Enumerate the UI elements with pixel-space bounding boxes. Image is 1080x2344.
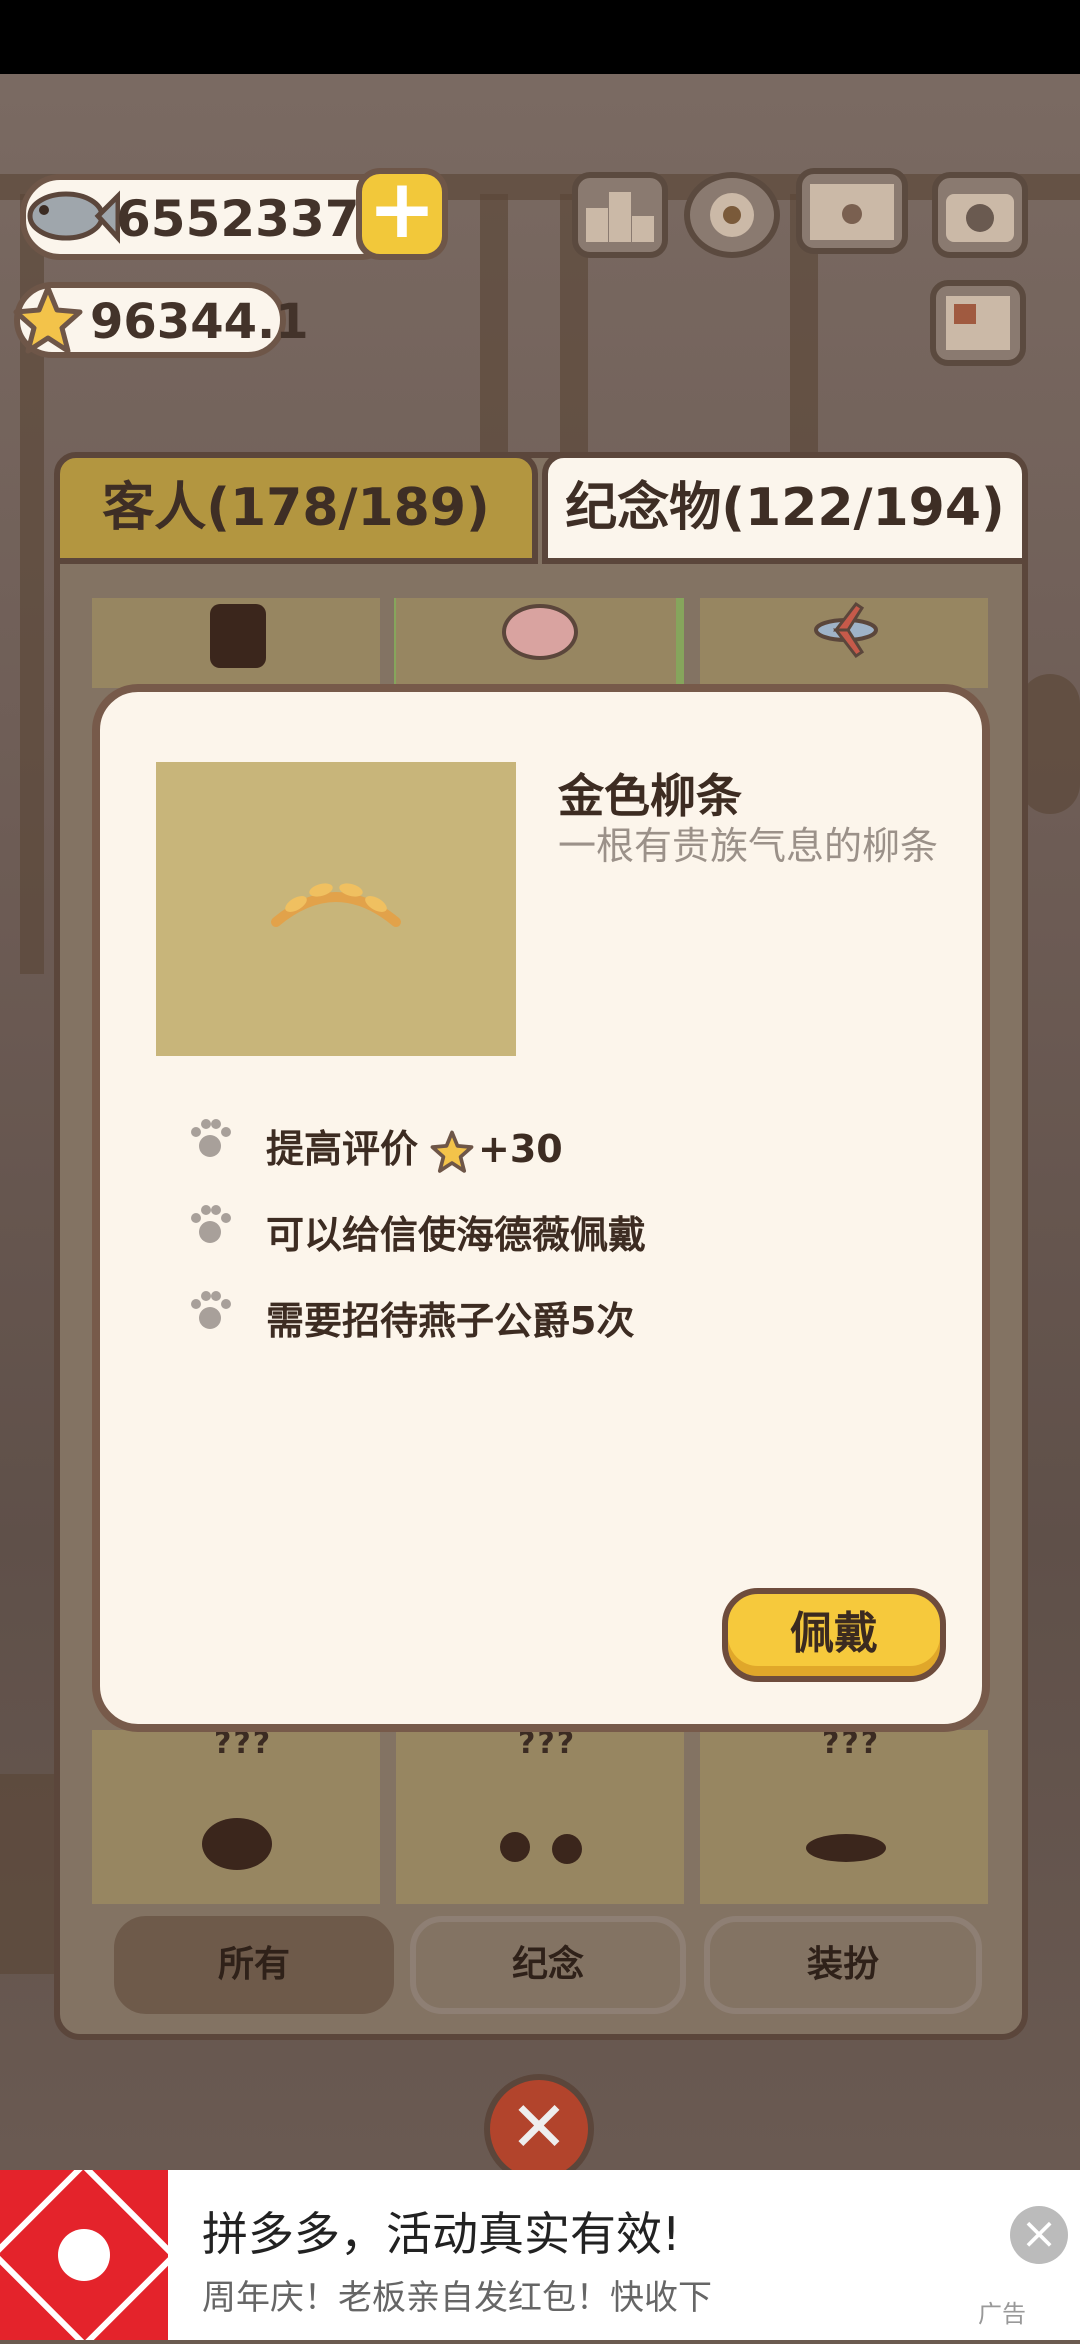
golden-wreath-icon <box>271 883 401 927</box>
ad-subtitle: 周年庆！老板亲自发红包！快收下 <box>202 2278 712 2318</box>
tab-guests[interactable]: 客人(178/189) <box>54 452 538 564</box>
add-currency-button[interactable]: + <box>356 168 448 260</box>
fish-currency-counter: 6552337 <box>20 174 400 260</box>
fish-icon <box>27 190 120 244</box>
item-silhouette <box>552 1834 582 1864</box>
item-silhouette <box>210 604 266 668</box>
star-count: 96344.1 <box>90 294 309 350</box>
close-panel-button[interactable]: ✕ <box>484 2074 594 2184</box>
newspaper-icon[interactable] <box>930 280 1026 366</box>
leaderboard-icon[interactable] <box>572 172 668 258</box>
filter-all-button[interactable]: 所有 <box>114 1916 394 2014</box>
filter-souvenir-button[interactable]: 纪念 <box>410 1916 686 2014</box>
item-silhouette <box>806 1834 886 1862</box>
feature-bonus: +30 <box>478 1127 563 1171</box>
cell-divider <box>676 598 684 688</box>
paw-icon <box>191 1119 231 1157</box>
star-rating-counter: 96344.1 <box>13 282 309 358</box>
star-icon <box>430 1130 474 1173</box>
feature-text: 提高评价 <box>266 1127 419 1171</box>
pinduoduo-logo-icon <box>0 2160 179 2344</box>
settings-gear-icon[interactable] <box>684 172 780 258</box>
item-silhouette <box>500 1832 530 1862</box>
item-silhouette <box>202 1818 272 1870</box>
paw-book-icon[interactable] <box>796 168 908 254</box>
ad-title: 拼多多，活动真实有效! <box>202 2207 681 2261</box>
tab-souvenirs[interactable]: 纪念物(122/194) <box>542 452 1028 564</box>
fish-count: 6552337 <box>116 190 360 248</box>
ad-banner[interactable]: 拼多多，活动真实有效! 周年庆！老板亲自发红包！快收下 × 广告 <box>0 2160 1080 2344</box>
item-image <box>156 762 516 1056</box>
camera-icon[interactable] <box>932 172 1028 258</box>
airplane-icon <box>806 600 886 660</box>
item-detail-dialog: 金色柳条 一根有贵族气息的柳条 提高评价 +30 可以给信使海德薇佩戴 需要招待燕… <box>92 684 990 1732</box>
star-icon <box>13 285 83 354</box>
paw-icon <box>191 1291 231 1329</box>
equip-button[interactable]: 佩戴 <box>722 1588 946 1682</box>
item-name: 金色柳条 <box>558 769 742 823</box>
pig-face-icon <box>502 604 578 660</box>
feature-text: 可以给信使海德薇佩戴 <box>266 1213 647 1257</box>
ad-label: 广告 <box>978 2300 1026 2328</box>
ad-close-button[interactable]: × <box>1010 2206 1068 2264</box>
feature-text: 需要招待燕子公爵5次 <box>266 1299 635 1343</box>
item-description: 一根有贵族气息的柳条 <box>558 824 939 868</box>
status-bar <box>0 0 1080 74</box>
paw-icon <box>191 1205 231 1243</box>
filter-costume-button[interactable]: 装扮 <box>704 1916 982 2014</box>
